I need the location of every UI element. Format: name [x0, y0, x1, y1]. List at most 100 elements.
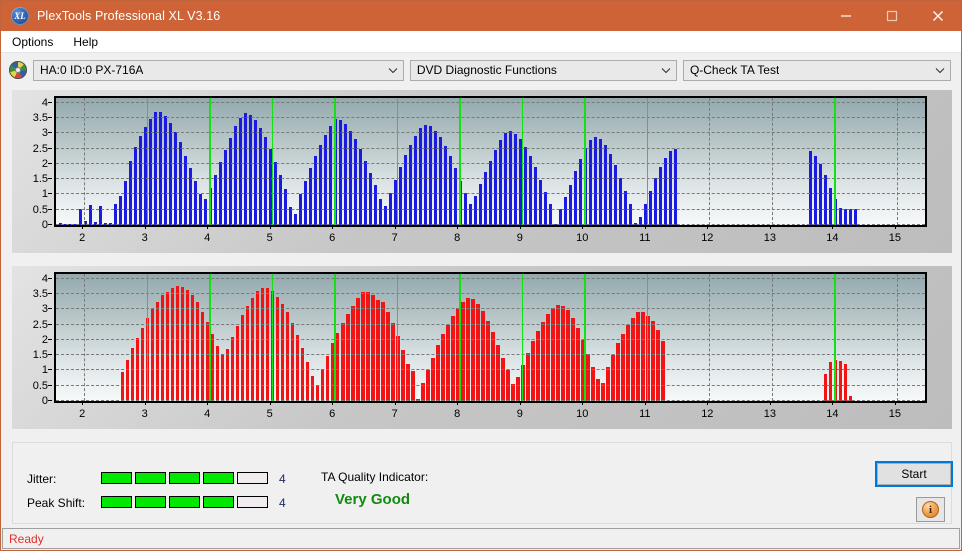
chart-bar [438, 137, 443, 225]
close-button[interactable] [915, 1, 961, 31]
chart-bar [281, 303, 285, 401]
chart-bar [346, 313, 350, 401]
track-marker-line [459, 274, 461, 401]
minimize-button[interactable] [823, 1, 869, 31]
chart-bar [628, 203, 633, 225]
x-axis-tick [894, 401, 896, 405]
x-axis-tick-label: 7 [391, 232, 398, 244]
grid-line-vertical [84, 98, 86, 225]
chart-bar [378, 199, 382, 225]
info-icon: i [922, 501, 939, 518]
grid-line-vertical [84, 274, 86, 401]
x-axis-tick-label: 2 [79, 232, 86, 244]
meter-segment [135, 472, 166, 484]
x-axis-tick [832, 401, 834, 405]
peakshift-chart-plot [54, 272, 927, 403]
status-text: Ready [9, 531, 44, 546]
grid-line [56, 101, 925, 103]
chart-bar [476, 303, 480, 401]
chart-bar [201, 311, 205, 401]
x-axis-tick-label: 15 [888, 232, 901, 244]
chart-bar [308, 168, 312, 225]
chart-bar [824, 175, 828, 225]
x-axis-tick-label: 6 [329, 408, 336, 420]
device-select[interactable]: HA:0 ID:0 PX-716A [33, 59, 404, 81]
x-axis-tick-label: 3 [141, 408, 148, 420]
track-marker-line [209, 98, 211, 225]
y-axis-tick-label: 2.5 [32, 318, 48, 331]
grid-line-vertical [709, 274, 711, 401]
chart-bar [303, 180, 307, 225]
chart-bar [428, 126, 433, 225]
start-button[interactable]: Start [875, 461, 953, 487]
x-axis-tick-label: 8 [454, 408, 461, 420]
chart-bar [608, 154, 613, 225]
chart-bar [448, 156, 453, 225]
chart-bar [536, 331, 540, 401]
grid-line-vertical [896, 274, 898, 401]
chart-bar [656, 330, 660, 401]
chart-bar [376, 300, 380, 401]
grid-line [56, 400, 925, 401]
track-marker-line [834, 98, 836, 225]
track-marker-line [146, 274, 149, 401]
chart-bar [596, 378, 600, 401]
x-axis-tick [707, 225, 709, 229]
chart-bar [631, 317, 635, 401]
grid-line [56, 323, 925, 325]
chart-bar [296, 335, 300, 401]
maximize-button[interactable] [869, 1, 915, 31]
test-select[interactable]: Q-Check TA Test [682, 59, 951, 81]
x-axis-tick [582, 225, 584, 229]
x-axis-tick [207, 401, 209, 405]
chart-bar [528, 156, 533, 225]
menu-item-help[interactable]: Help [64, 34, 107, 50]
x-axis-tick [144, 401, 146, 405]
menu-bar: Options Help [1, 31, 961, 53]
x-axis-tick [332, 225, 334, 229]
chart-bar [403, 155, 408, 225]
x-axis-tick [519, 401, 521, 405]
chart-bar [298, 194, 302, 225]
chart-bar [131, 348, 135, 401]
chart-bar [523, 146, 528, 225]
chart-bar [336, 333, 340, 401]
y-axis-tick-label: 0 [41, 219, 48, 231]
y-axis-tick [48, 277, 52, 279]
function-select[interactable]: DVD Diagnostic Functions [409, 59, 677, 81]
meter-segment [101, 496, 132, 508]
y-axis-tick [48, 323, 52, 325]
x-axis-tick-label: 9 [516, 232, 523, 244]
x-axis-tick-label: 11 [639, 232, 651, 244]
menu-item-options[interactable]: Options [3, 34, 62, 50]
chart-bar [839, 361, 843, 401]
grid-line [56, 384, 925, 386]
chart-bar [301, 348, 305, 401]
chart-bar [491, 332, 495, 401]
chart-bar [353, 139, 357, 225]
peak-shift-meter [101, 496, 268, 508]
x-axis-tick-label: 12 [701, 408, 714, 420]
x-axis-tick [394, 225, 396, 229]
track-marker-line [334, 274, 336, 401]
y-axis-tick-label: 4 [41, 96, 48, 109]
peakshift-chart-panel: 0 0.5 1 1.5 2 2.5 3 3.5 4 2 3 4 5 6 7 8 9 10 11 12 13 14 15 [12, 266, 952, 429]
chart-bar [548, 203, 553, 225]
y-axis-tick-label: 3.5 [32, 287, 48, 300]
chart-bar [621, 333, 625, 401]
x-axis-tick [894, 225, 896, 229]
meter-segment [169, 496, 200, 508]
grid-line [56, 369, 925, 371]
chart-bar [471, 299, 475, 401]
track-marker-line [521, 98, 524, 225]
chart-bar [483, 172, 488, 225]
chart-bar [573, 171, 578, 225]
chart-bar [183, 156, 187, 225]
x-axis-tick [82, 225, 84, 229]
x-axis-tick-label: 15 [888, 408, 901, 420]
chart-bar [278, 175, 282, 225]
chart-bar [663, 157, 668, 225]
x-axis-tick [394, 401, 396, 405]
y-axis-tick [48, 208, 52, 210]
info-button[interactable]: i [916, 497, 945, 522]
